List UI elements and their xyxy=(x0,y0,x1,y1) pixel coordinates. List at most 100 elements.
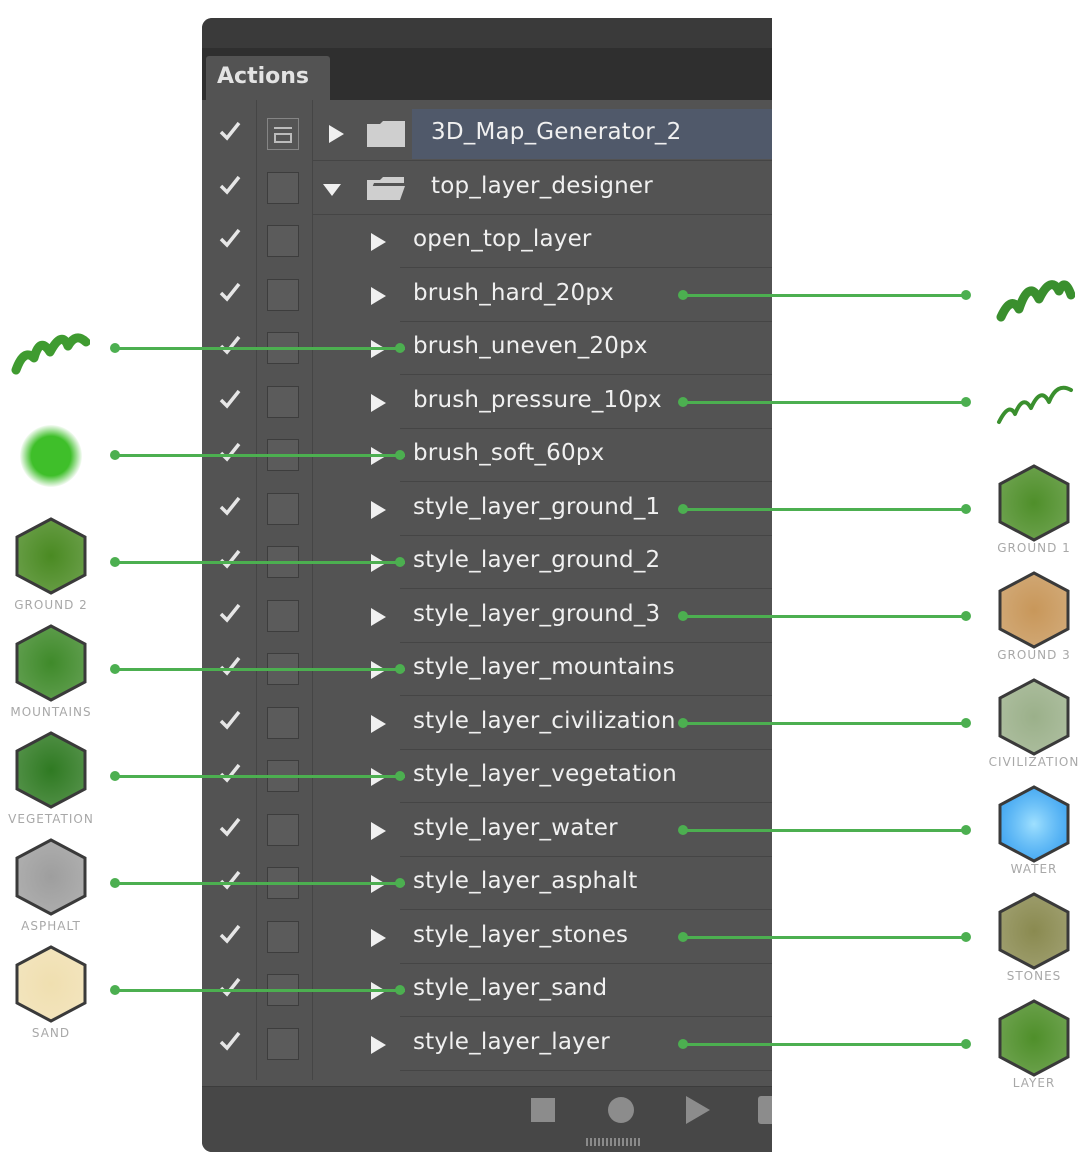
texture-swatch xyxy=(998,570,1070,649)
callout-dot xyxy=(110,664,120,674)
dialog-toggle[interactable] xyxy=(267,492,299,525)
checkmark-icon[interactable] xyxy=(218,815,242,839)
callout-line xyxy=(683,400,966,404)
callout-dot xyxy=(395,878,405,888)
dialog-toggle[interactable] xyxy=(267,1027,299,1060)
callout-line xyxy=(683,828,966,832)
expand-triangle-right-icon[interactable] xyxy=(329,125,344,143)
checkmark-icon[interactable] xyxy=(218,1029,242,1053)
expand-triangle-right-icon[interactable] xyxy=(371,607,386,626)
panel-title-bar[interactable] xyxy=(202,18,772,48)
callout-dot xyxy=(395,664,405,674)
checkmark-icon[interactable] xyxy=(218,440,242,464)
expand-triangle-right-icon[interactable] xyxy=(371,393,386,412)
callout-dot xyxy=(961,610,971,621)
expand-triangle-right-icon[interactable] xyxy=(371,1035,386,1054)
actions-panel: Actions 3D_Map_Generator_2 top_layer_desi… xyxy=(202,18,772,1152)
tab-actions-label: Actions xyxy=(217,64,309,89)
callout-dot xyxy=(110,450,120,460)
checkmark-icon[interactable] xyxy=(218,601,242,625)
brush-stroke-swatch xyxy=(10,318,91,382)
action-label: brush_soft_60px xyxy=(413,440,605,466)
checkmark-icon[interactable] xyxy=(218,173,242,197)
dialog-toggle[interactable] xyxy=(267,813,299,846)
callout-dot xyxy=(961,289,971,300)
action-label: style_layer_water xyxy=(413,814,618,841)
dialog-toggle[interactable] xyxy=(267,706,299,739)
texture-swatch xyxy=(998,463,1070,542)
checkmark-icon[interactable] xyxy=(218,547,242,571)
texture-swatch xyxy=(998,677,1070,756)
swatch-label: GROUND 3 xyxy=(997,647,1071,662)
tab-actions[interactable]: Actions xyxy=(206,56,330,100)
callout-dot xyxy=(678,289,688,300)
action-label: style_layer_asphalt xyxy=(413,868,638,894)
checkmark-icon[interactable] xyxy=(218,280,242,304)
brush-stroke-swatch xyxy=(995,372,1075,436)
callout-dot xyxy=(961,824,971,835)
callout-dot xyxy=(110,343,120,353)
expand-triangle-right-icon[interactable] xyxy=(371,233,386,251)
action-label: style_layer_sand xyxy=(413,975,608,1001)
callout-dot xyxy=(395,450,405,460)
dialog-toggle[interactable] xyxy=(267,920,299,953)
checkmark-icon[interactable] xyxy=(218,975,242,999)
callout-dot xyxy=(678,824,688,835)
swatch-label: CIVILIZATION xyxy=(988,754,1080,769)
action-label: style_layer_ground_1 xyxy=(413,493,661,520)
play-icon[interactable] xyxy=(686,1096,710,1124)
callout-dot xyxy=(110,878,120,888)
checkmark-icon[interactable] xyxy=(218,333,242,357)
dialog-toggle[interactable] xyxy=(267,278,299,311)
checkmark-icon[interactable] xyxy=(218,387,242,411)
dialog-toggle[interactable] xyxy=(267,385,299,418)
checkmark-icon[interactable] xyxy=(218,654,242,678)
checkmark-icon[interactable] xyxy=(218,922,242,946)
swatch-label: GROUND 2 xyxy=(14,598,88,612)
dialog-toggle[interactable] xyxy=(267,599,299,632)
swatch-label: MOUNTAINS xyxy=(10,705,92,719)
texture-swatch xyxy=(15,517,87,595)
expand-triangle-right-icon[interactable] xyxy=(371,714,386,733)
action-label: style_layer_civilization xyxy=(413,707,676,734)
expand-triangle-right-icon[interactable] xyxy=(371,286,386,305)
stop-icon[interactable] xyxy=(531,1098,555,1122)
callout-dot xyxy=(395,557,405,567)
row-separator xyxy=(400,1069,772,1071)
action-set-row[interactable]: 3D_Map_Generator_2 xyxy=(202,107,772,161)
checkmark-icon[interactable] xyxy=(218,119,242,143)
checkmark-icon[interactable] xyxy=(218,708,242,732)
record-icon[interactable] xyxy=(608,1097,634,1123)
action-label: brush_uneven_20px xyxy=(413,333,648,359)
expand-triangle-down-icon[interactable] xyxy=(323,183,341,196)
callout-dot xyxy=(395,985,405,995)
callout-dot xyxy=(678,1038,688,1049)
texture-swatch xyxy=(15,838,87,916)
action-label: style_layer_ground_3 xyxy=(413,600,661,627)
callout-dot xyxy=(110,985,120,995)
checkmark-icon[interactable] xyxy=(218,868,242,892)
callout-dot xyxy=(961,503,971,514)
dialog-toggle[interactable] xyxy=(267,225,299,257)
callout-dot xyxy=(110,557,120,567)
callout-line xyxy=(683,293,966,297)
checkmark-icon[interactable] xyxy=(218,761,242,785)
callout-dot xyxy=(961,396,971,407)
expand-triangle-right-icon[interactable] xyxy=(371,928,386,947)
callout-line xyxy=(115,561,405,564)
action-set-label: 3D_Map_Generator_2 xyxy=(431,119,682,145)
expand-triangle-right-icon[interactable] xyxy=(371,821,386,840)
action-set-row[interactable]: top_layer_designer xyxy=(202,161,772,215)
dialog-toggle[interactable] xyxy=(267,171,299,204)
checkmark-icon[interactable] xyxy=(218,494,242,518)
resize-grip[interactable] xyxy=(586,1138,640,1146)
callout-dot xyxy=(678,503,688,514)
checkmark-icon[interactable] xyxy=(218,226,242,250)
dialog-icon xyxy=(274,127,292,129)
callout-dot xyxy=(110,771,120,781)
expand-triangle-right-icon[interactable] xyxy=(371,500,386,519)
action-row[interactable]: open_top_layer xyxy=(202,214,772,268)
dialog-toggle[interactable] xyxy=(267,118,299,150)
swatch-label: GROUND 1 xyxy=(997,540,1071,555)
new-set-icon[interactable] xyxy=(758,1096,772,1124)
